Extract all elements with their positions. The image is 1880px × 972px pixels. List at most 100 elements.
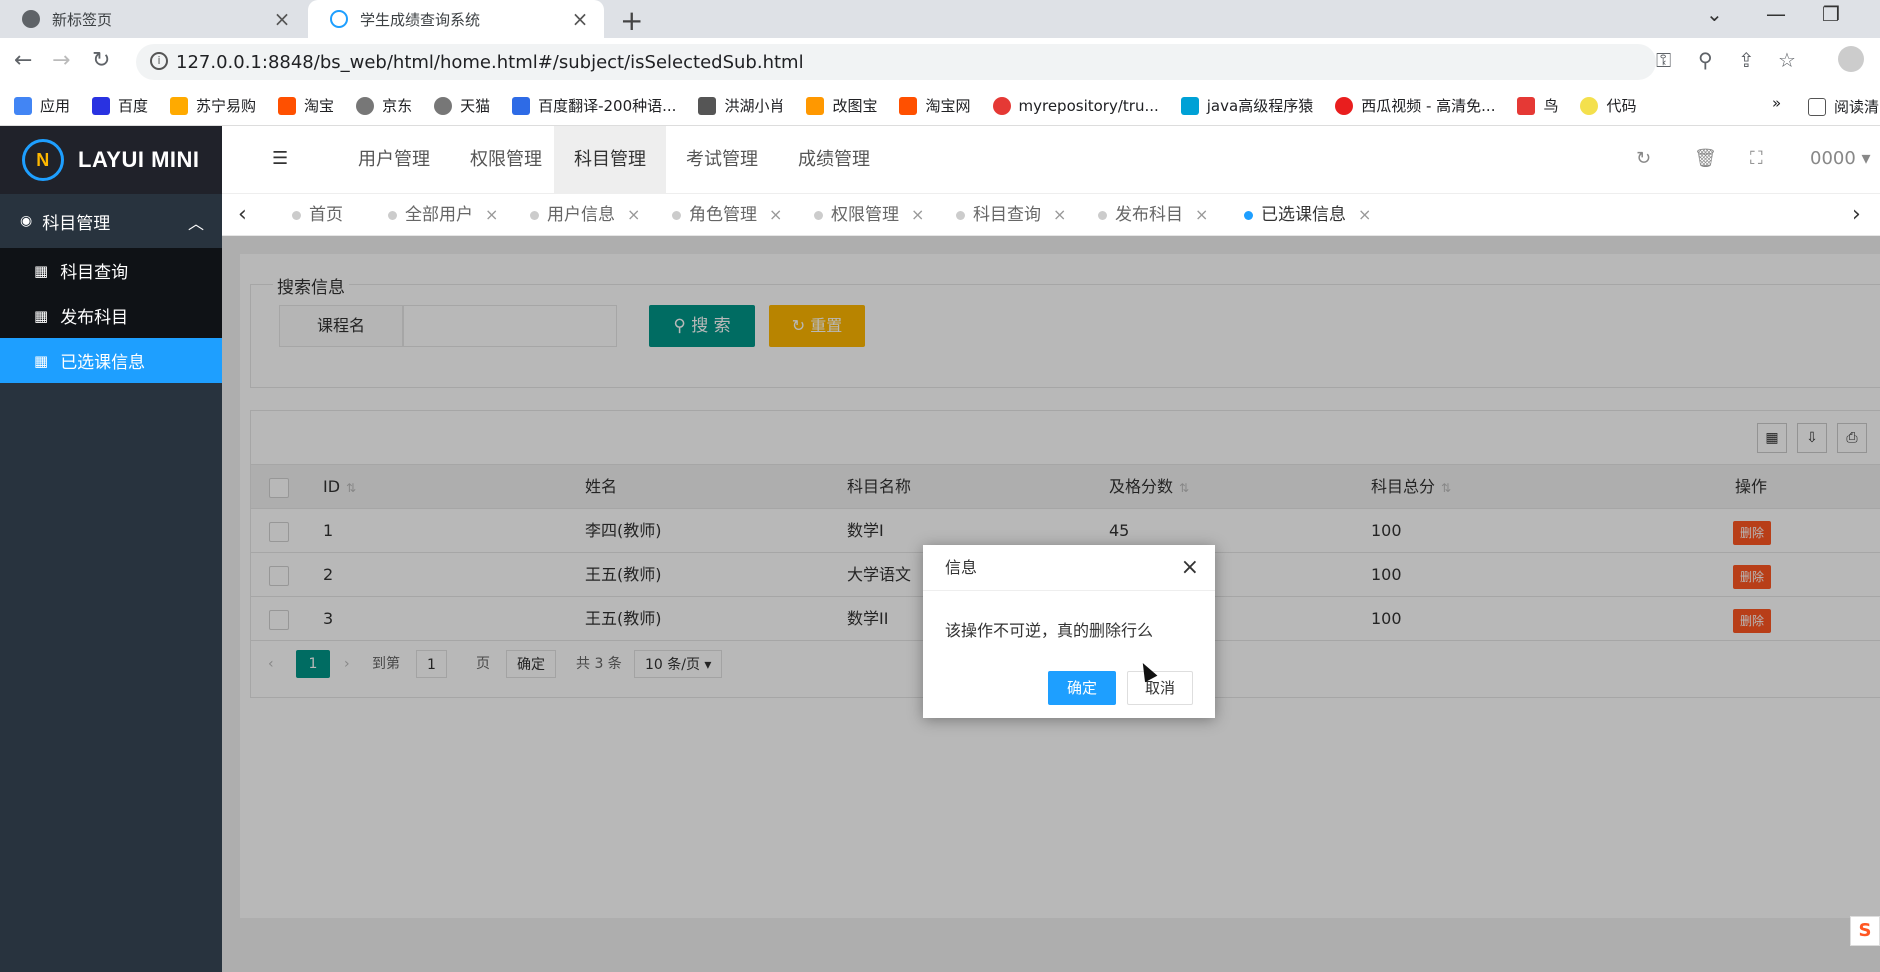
bookmark-item[interactable]: 代码: [1580, 95, 1637, 116]
refresh-icon[interactable]: ↻: [1636, 148, 1651, 169]
tabs-left-arrow-icon[interactable]: ‹: [238, 202, 247, 227]
sidebar-item-selected-course[interactable]: ▦ 已选课信息: [0, 338, 222, 383]
trash-icon[interactable]: 🗑: [1694, 148, 1717, 169]
bookmark-item[interactable]: 淘宝: [278, 95, 334, 116]
logo[interactable]: N LAYUI MINI: [0, 126, 222, 194]
zoom-icon[interactable]: ⚲: [1698, 48, 1713, 72]
bookmark-item[interactable]: 苏宁易购: [170, 95, 256, 116]
bilibili-icon: [1180, 96, 1199, 115]
share-icon[interactable]: ⇪: [1738, 48, 1755, 72]
tab-dot: [530, 210, 539, 220]
new-tab-button[interactable]: +: [620, 4, 643, 37]
baidu-icon: [92, 96, 111, 115]
nav-subject-management[interactable]: 科目管理: [554, 126, 666, 194]
close-tab-icon[interactable]: ×: [769, 205, 782, 224]
xigua-icon: [1335, 96, 1354, 115]
reading-list[interactable]: 阅读清: [1808, 96, 1879, 117]
chevron-up-icon: ︿: [187, 214, 204, 233]
browser-tab-title: 新标签页: [52, 10, 113, 29]
close-tab-icon[interactable]: ×: [570, 7, 590, 31]
bookmark-item[interactable]: 百度翻译-200种语...: [512, 95, 676, 116]
key-icon[interactable]: ⚿: [1656, 48, 1671, 72]
tab-search-icon[interactable]: ⌄: [1706, 2, 1723, 26]
bookmark-item[interactable]: 京东: [356, 95, 412, 116]
close-tab-icon[interactable]: ×: [911, 205, 924, 224]
forward-icon[interactable]: →: [52, 48, 70, 73]
cancel-button[interactable]: 取消: [1127, 671, 1193, 705]
page-tab-all-users[interactable]: 全部用户 ×: [388, 194, 498, 236]
page-tab-home[interactable]: 首页: [292, 194, 343, 236]
bookmark-item[interactable]: 天猫: [434, 95, 490, 116]
sidebar: N LAYUI MINI ◉ 科目管理 ︿ ▦ 科目查询 ▦ 发布科目 ▦ 已选…: [0, 126, 222, 972]
page-tab-role-management[interactable]: 角色管理 ×: [672, 194, 782, 236]
close-tab-icon[interactable]: ×: [627, 205, 640, 224]
more-bookmarks-icon[interactable]: »: [1772, 94, 1781, 112]
minimize-icon[interactable]: —: [1766, 2, 1786, 26]
tab-dot: [292, 210, 301, 220]
bookmark-item[interactable]: 西瓜视频 - 高清免...: [1335, 95, 1495, 116]
tab-dot: [388, 210, 397, 220]
sidebar-group-subject[interactable]: ◉ 科目管理 ︿: [0, 194, 222, 248]
bookmark-item[interactable]: 改图宝: [806, 95, 877, 116]
page-tab-user-info[interactable]: 用户信息 ×: [530, 194, 640, 236]
browser-tab-title: 学生成绩查询系统: [360, 10, 481, 29]
page-tab-selected-course[interactable]: 已选课信息 ×: [1244, 194, 1371, 236]
sidebar-item-label: 科目查询: [60, 263, 129, 283]
bookmark-item[interactable]: 百度: [92, 95, 148, 116]
browser-tab-app[interactable]: 学生成绩查询系统 ×: [308, 0, 604, 38]
globe-icon: [434, 96, 453, 115]
nav-user-management[interactable]: 用户管理: [338, 126, 450, 194]
bookmark-item[interactable]: 淘宝网: [899, 95, 971, 116]
reload-icon[interactable]: ↻: [92, 48, 110, 73]
globe-icon: [356, 96, 375, 115]
nav-exam-management[interactable]: 考试管理: [666, 126, 778, 194]
close-tab-icon[interactable]: ×: [485, 205, 498, 224]
sidebar-item-subject-query[interactable]: ▦ 科目查询: [0, 248, 222, 293]
gauge-icon: ◉: [20, 213, 33, 229]
tab-dot: [1098, 210, 1107, 220]
nav-permission-management[interactable]: 权限管理: [450, 126, 562, 194]
close-tab-icon[interactable]: ×: [1053, 205, 1066, 224]
dialog-title: 信息: [923, 545, 1215, 591]
sogou-input-icon[interactable]: S: [1850, 916, 1880, 946]
apps-grid-icon: [14, 96, 32, 115]
sidebar-item-publish-subject[interactable]: ▦ 发布科目: [0, 293, 222, 338]
bookmark-item[interactable]: 应用: [14, 95, 70, 116]
bookmark-star-icon[interactable]: ☆: [1778, 48, 1796, 72]
confirm-button[interactable]: 确定: [1048, 671, 1116, 705]
baidu-translate-icon: [512, 96, 531, 115]
url-field[interactable]: i 127.0.0.1:8848/bs_web/html/home.html#/…: [136, 44, 1796, 80]
user-name: 0000: [1810, 148, 1856, 169]
close-tab-icon[interactable]: ×: [272, 7, 292, 31]
back-icon[interactable]: ←: [14, 48, 32, 73]
url-text: 127.0.0.1:8848/bs_web/html/home.html#/su…: [176, 51, 804, 73]
close-tab-icon[interactable]: ×: [1358, 205, 1371, 224]
menu-toggle-icon[interactable]: ☰: [272, 148, 288, 169]
layui-favicon-icon: [330, 10, 348, 28]
restore-icon[interactable]: ❐: [1822, 2, 1840, 26]
nav-score-management[interactable]: 成绩管理: [778, 126, 890, 194]
bookmark-item[interactable]: java高级程序猿: [1180, 95, 1313, 116]
browser-tab-newtab[interactable]: 新标签页 ×: [0, 0, 306, 38]
page-tab-permission-management[interactable]: 权限管理 ×: [814, 194, 924, 236]
calendar-icon: ▦: [34, 351, 49, 370]
page-tab-publish-subject[interactable]: 发布科目 ×: [1098, 194, 1208, 236]
close-icon[interactable]: ×: [1181, 555, 1199, 580]
logo-icon: N: [22, 139, 64, 181]
user-menu[interactable]: 0000 ▾: [1810, 148, 1871, 169]
tab-dot: [814, 210, 823, 220]
site-info-icon[interactable]: i: [150, 52, 168, 70]
sidebar-item-label: 发布科目: [60, 308, 129, 328]
taobao-icon: [278, 96, 297, 115]
tabs-right-arrow-icon[interactable]: ›: [1852, 202, 1861, 227]
page-tab-subject-query[interactable]: 科目查询 ×: [956, 194, 1066, 236]
close-tab-icon[interactable]: ×: [1195, 205, 1208, 224]
profile-icon[interactable]: [1838, 46, 1864, 72]
bookmark-item[interactable]: 洪湖小肖: [698, 95, 784, 116]
calendar-icon: ▦: [34, 306, 49, 325]
top-nav: ☰ 用户管理 权限管理 科目管理 考试管理 成绩管理 ↻ 🗑 ⛶ 0000 ▾: [222, 126, 1880, 194]
fullscreen-icon[interactable]: ⛶: [1750, 148, 1763, 169]
bookmark-item[interactable]: myrepository/tru...: [992, 96, 1159, 115]
bookmark-item[interactable]: 鸟: [1517, 95, 1558, 116]
logo-text: LAYUI MINI: [78, 147, 200, 172]
